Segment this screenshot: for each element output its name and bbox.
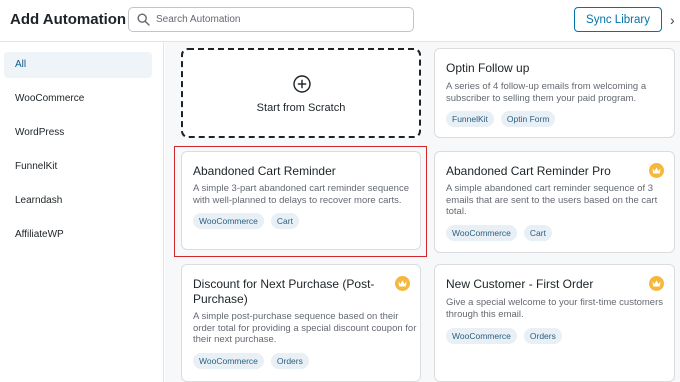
tag-badge: Cart [523, 225, 552, 241]
template-card-optin-follow-up[interactable]: Optin Follow up A series of 4 follow-up … [434, 48, 675, 138]
search-box[interactable] [128, 7, 414, 32]
crown-icon [649, 163, 664, 178]
template-card-new-customer-first-order[interactable]: New Customer - First Order Give a specia… [434, 264, 675, 382]
sidebar-item-wordpress[interactable]: WordPress [4, 120, 152, 146]
close-icon[interactable]: › [670, 13, 680, 27]
search-icon [137, 13, 150, 26]
card-tags: WooCommerce Orders [446, 328, 562, 344]
crown-icon [649, 276, 664, 291]
card-tags: FunnelKit Optin Form [446, 111, 556, 127]
card-tags: WooCommerce Cart [446, 225, 552, 241]
sidebar-item-affiliatewp[interactable]: AffiliateWP [4, 222, 152, 248]
tag-badge: WooCommerce [446, 225, 517, 241]
card-description: Give a special welcome to your first-tim… [446, 297, 663, 320]
card-description: A simple post-purchase sequence based on… [193, 311, 417, 345]
card-tags: WooCommerce Orders [193, 353, 309, 369]
category-sidebar: All WooCommerce WordPress FunnelKit Lear… [0, 42, 164, 382]
selection-highlight [174, 146, 427, 257]
sync-library-button[interactable]: Sync Library [574, 7, 662, 32]
plus-circle-icon [293, 75, 311, 93]
sidebar-item-learndash[interactable]: Learndash [4, 188, 152, 214]
card-title: Abandoned Cart Reminder Pro [446, 164, 611, 178]
tag-badge: WooCommerce [446, 328, 517, 344]
sidebar-item-woocommerce[interactable]: WooCommerce [4, 86, 152, 112]
tag-badge: Optin Form [500, 111, 556, 127]
tag-badge: WooCommerce [193, 353, 264, 369]
search-input[interactable] [156, 8, 406, 31]
card-title: Discount for Next Purchase (Post- Purcha… [193, 277, 375, 306]
start-from-scratch-card[interactable]: Start from Scratch [181, 48, 421, 138]
card-description: A series of 4 follow-up emails from welc… [446, 81, 647, 104]
page-title: Add Automation [10, 11, 127, 28]
automation-grid: Start from Scratch Optin Follow up A ser… [165, 42, 680, 382]
sidebar-item-funnelkit[interactable]: FunnelKit [4, 154, 152, 180]
template-card-discount-next-purchase[interactable]: Discount for Next Purchase (Post- Purcha… [181, 264, 421, 382]
header-bar: Add Automation Sync Library › [0, 0, 680, 42]
tag-badge: Orders [270, 353, 309, 369]
tag-badge: Orders [523, 328, 562, 344]
start-from-scratch-label: Start from Scratch [256, 102, 346, 114]
card-title: New Customer - First Order [446, 277, 594, 291]
tag-badge: FunnelKit [446, 111, 494, 127]
crown-icon [395, 276, 410, 291]
card-title: Optin Follow up [446, 61, 530, 75]
card-description: A simple abandoned cart reminder sequenc… [446, 183, 658, 217]
template-card-abandoned-cart-reminder-pro[interactable]: Abandoned Cart Reminder Pro A simple aba… [434, 151, 675, 253]
sidebar-item-all[interactable]: All [4, 52, 152, 78]
